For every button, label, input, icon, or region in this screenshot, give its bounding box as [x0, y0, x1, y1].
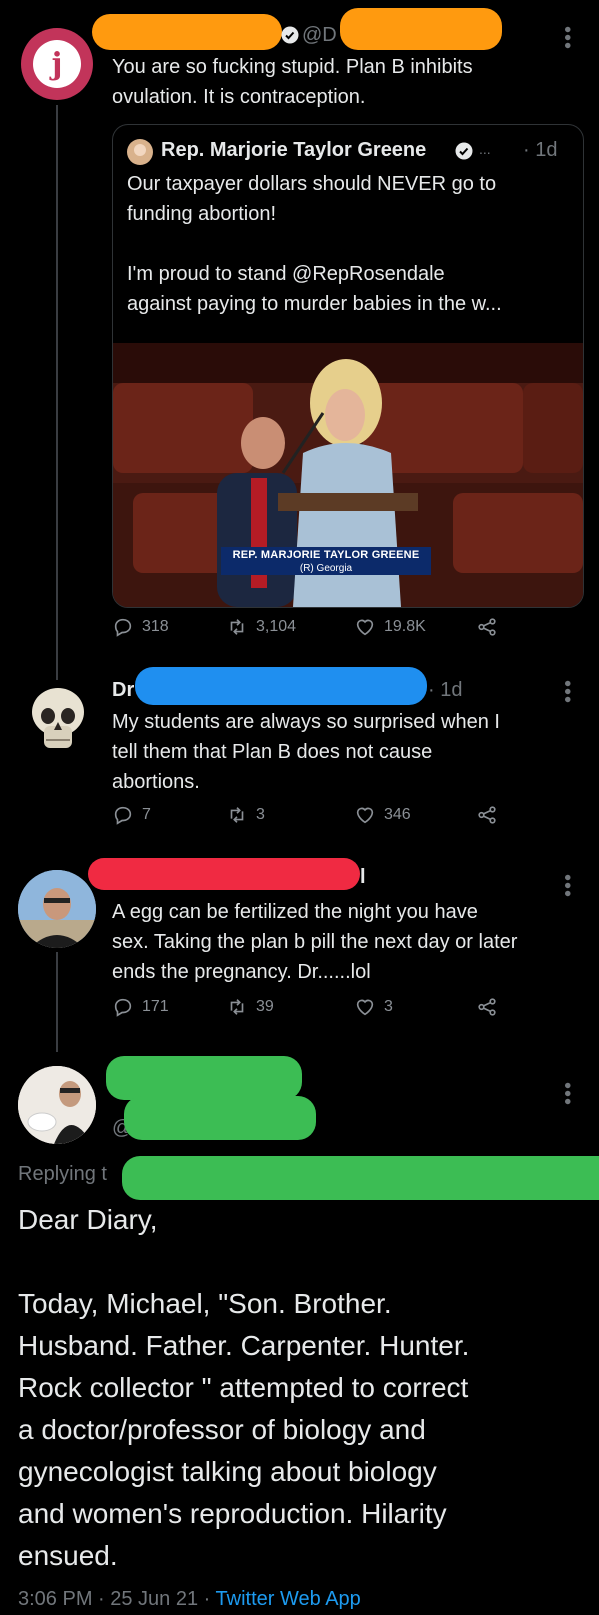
- retweet-count: 3: [256, 806, 265, 823]
- quote-timestamp: · 1d: [523, 139, 558, 161]
- retweet-icon: [230, 999, 244, 1015]
- avatar[interactable]: [18, 1066, 96, 1144]
- share-icon: [478, 618, 496, 636]
- reply-count: 318: [142, 618, 169, 635]
- redaction-mark: [122, 1156, 599, 1200]
- replying-to-label: Replying t: [18, 1163, 107, 1185]
- more-options-icon[interactable]: •••: [556, 26, 578, 50]
- reply-count: 7: [142, 806, 151, 823]
- avatar[interactable]: j: [21, 28, 93, 100]
- heart-icon: [356, 807, 374, 824]
- share-button[interactable]: [476, 996, 498, 1018]
- quoted-tweet[interactable]: Rep. Marjorie Taylor Greene ... · 1d Our…: [112, 124, 584, 608]
- retweet-count: 3,104: [256, 618, 297, 635]
- like-count: 19.8K: [384, 618, 426, 635]
- reply-button[interactable]: 7: [112, 804, 151, 826]
- like-count: 3: [384, 998, 393, 1015]
- tweet-text: You are so fucking stupid. Plan B inhibi…: [112, 56, 473, 108]
- quote-avatar: [127, 139, 153, 165]
- like-button[interactable]: 3: [354, 996, 393, 1018]
- redaction-mark: [106, 1056, 302, 1100]
- skull-avatar-image: [32, 688, 84, 748]
- tweet-text: My students are always so surprised when…: [112, 711, 500, 793]
- tweet-timestamp: · 1d: [428, 679, 463, 701]
- retweet-button[interactable]: 39: [226, 996, 274, 1018]
- heart-icon: [356, 619, 374, 636]
- redaction-mark: [92, 14, 282, 50]
- redaction-mark: [135, 667, 427, 705]
- share-button[interactable]: [476, 616, 498, 638]
- share-button[interactable]: [476, 804, 498, 826]
- quote-ellipsis: ...: [479, 141, 491, 157]
- like-button[interactable]: 346: [354, 804, 411, 826]
- retweet-button[interactable]: 3,104: [226, 616, 296, 638]
- tweet-timestamp: 3:06 PM · 25 Jun 21 ·: [18, 1588, 216, 1610]
- user-name[interactable]: l: [360, 866, 366, 889]
- focused-tweet-text: Dear Diary, Today, Michael, "Son. Brothe…: [18, 1204, 470, 1571]
- tweet-meta: 3:06 PM · 25 Jun 21 · Twitter Web App: [18, 1588, 361, 1611]
- reply-icon: [114, 998, 132, 1017]
- reply-button[interactable]: 318: [112, 616, 169, 638]
- reply-icon: [114, 806, 132, 825]
- retweet-icon: [230, 619, 244, 635]
- like-count: 346: [384, 806, 411, 823]
- logo-letter-icon: j: [51, 46, 63, 82]
- retweet-button[interactable]: 3: [226, 804, 265, 826]
- more-options-icon[interactable]: •••: [556, 1082, 578, 1106]
- man-avatar-image: [18, 870, 96, 948]
- like-button[interactable]: 19.8K: [354, 616, 426, 638]
- reply-count: 171: [142, 998, 169, 1015]
- redaction-mark: [88, 858, 360, 890]
- retweet-count: 39: [256, 998, 274, 1015]
- user-name[interactable]: Dr: [112, 679, 134, 702]
- more-options-icon[interactable]: •••: [556, 680, 578, 704]
- redaction-mark: [340, 8, 502, 50]
- more-options-icon[interactable]: •••: [556, 874, 578, 898]
- thread-line: [56, 105, 58, 680]
- share-icon: [478, 998, 496, 1016]
- verified-badge-icon: [455, 142, 473, 160]
- man-with-dog-avatar-image: [18, 1066, 96, 1144]
- quote-text: Our taxpayer dollars should NEVER go to …: [127, 173, 502, 315]
- chyron-name: REP. MARJORIE TAYLOR GREENE: [232, 549, 420, 561]
- quote-media-image[interactable]: REP. MARJORIE TAYLOR GREENE (R) Georgia: [113, 343, 583, 607]
- quote-author-name: Rep. Marjorie Taylor Greene: [161, 139, 427, 161]
- share-icon: [478, 806, 496, 824]
- thread-line: [56, 952, 58, 1052]
- reply-icon: [114, 618, 132, 637]
- reply-button[interactable]: 171: [112, 996, 169, 1018]
- verified-badge-icon: [281, 26, 299, 44]
- tweet-source-link[interactable]: Twitter Web App: [216, 1588, 361, 1610]
- avatar[interactable]: [18, 680, 96, 758]
- avatar[interactable]: [18, 870, 96, 948]
- user-handle[interactable]: @D: [302, 24, 337, 47]
- retweet-icon: [230, 807, 244, 823]
- heart-icon: [356, 999, 374, 1016]
- tweet-text: A egg can be fertilized the night you ha…: [112, 901, 518, 983]
- chyron-subtitle: (R) Georgia: [299, 563, 353, 574]
- redaction-mark: [124, 1096, 316, 1140]
